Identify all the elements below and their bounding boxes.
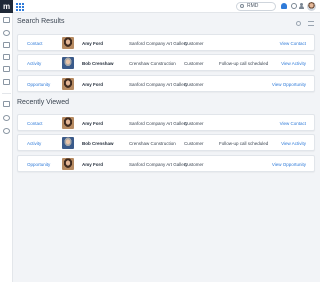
- result-card[interactable]: Activity Bob Crenshaw Crenshaw Constructio…: [17, 54, 315, 71]
- calendar-icon[interactable]: [3, 101, 10, 107]
- search-value: RMD: [247, 3, 259, 9]
- company-name: Sanford Company Art Gallery: [129, 121, 188, 126]
- sidebar: [0, 13, 13, 282]
- result-card[interactable]: Opportunity Amy Ford Sanford Company Art G…: [17, 155, 315, 172]
- opportunities-icon[interactable]: [3, 54, 10, 60]
- record-type-link[interactable]: Contact: [27, 41, 43, 46]
- record-type-link[interactable]: Activity: [27, 141, 41, 146]
- relationship-type: Customer: [184, 61, 204, 66]
- person-photo: [62, 158, 74, 170]
- result-card[interactable]: Contact Amy Ford Sanford Company Art Galle…: [17, 114, 315, 131]
- person-name: Amy Ford: [82, 121, 104, 126]
- sidebar-divider: [2, 93, 11, 94]
- company-name: Sanford Company Art Gallery: [129, 162, 188, 167]
- app-logo[interactable]: m: [0, 0, 13, 13]
- user-icon[interactable]: [299, 3, 305, 9]
- search-results-title: Search Results: [17, 18, 65, 25]
- result-card[interactable]: Contact Amy Ford Sanford Company Art Galle…: [17, 34, 315, 51]
- recently-viewed-title: Recently Viewed: [17, 99, 70, 106]
- view-record-link[interactable]: View Contact: [280, 41, 306, 46]
- share-icon[interactable]: [296, 21, 301, 26]
- result-card[interactable]: Opportunity Amy Ford Sanford Company Art G…: [17, 75, 315, 92]
- contacts-icon[interactable]: [3, 30, 10, 36]
- view-record-link[interactable]: View Opportunity: [272, 82, 306, 87]
- companies-icon[interactable]: [3, 42, 10, 48]
- person-photo: [62, 117, 74, 129]
- reports-icon[interactable]: [3, 79, 10, 85]
- help-icon[interactable]: [291, 3, 297, 9]
- top-bar: m RMD: [0, 0, 320, 13]
- activity-note: Follow-up call scheduled: [219, 61, 269, 66]
- record-type-link[interactable]: Opportunity: [27, 162, 50, 167]
- record-type-link[interactable]: Activity: [27, 61, 41, 66]
- person-name: Amy Ford: [82, 41, 104, 46]
- company-name: Sanford Company Art Gallery: [129, 41, 188, 46]
- search-input[interactable]: RMD: [236, 2, 276, 11]
- company-name: Crenshaw Construction: [129, 141, 176, 146]
- person-photo: [62, 78, 74, 90]
- person-photo: [62, 137, 74, 149]
- relationship-type: Customer: [184, 121, 204, 126]
- person-name: Bob Crenshaw: [82, 141, 114, 146]
- activity-note: Follow-up call scheduled: [219, 141, 269, 146]
- company-name: Crenshaw Construction: [129, 61, 176, 66]
- view-record-link[interactable]: View Contact: [280, 121, 306, 126]
- apps-grid-icon[interactable]: [16, 3, 24, 11]
- view-record-link[interactable]: View Activity: [281, 61, 306, 66]
- view-record-link[interactable]: View Opportunity: [272, 162, 306, 167]
- tools-icon[interactable]: [3, 128, 10, 134]
- settings-icon[interactable]: [3, 115, 10, 121]
- company-name: Sanford Company Art Gallery: [129, 82, 188, 87]
- relationship-type: Customer: [184, 162, 204, 167]
- filter-icon[interactable]: [308, 21, 314, 26]
- activities-icon[interactable]: [3, 66, 10, 72]
- search-icon: [240, 4, 244, 8]
- result-card[interactable]: Activity Bob Crenshaw Crenshaw Constructio…: [17, 134, 315, 151]
- dashboard-icon[interactable]: [3, 17, 10, 23]
- bell-icon[interactable]: [281, 3, 287, 9]
- person-photo: [62, 57, 74, 69]
- relationship-type: Customer: [184, 41, 204, 46]
- relationship-type: Customer: [184, 141, 204, 146]
- person-photo: [62, 37, 74, 49]
- record-type-link[interactable]: Contact: [27, 121, 43, 126]
- relationship-type: Customer: [184, 82, 204, 87]
- person-name: Bob Crenshaw: [82, 61, 114, 66]
- record-type-link[interactable]: Opportunity: [27, 82, 50, 87]
- person-name: Amy Ford: [82, 162, 104, 167]
- avatar[interactable]: [307, 2, 316, 11]
- view-record-link[interactable]: View Activity: [281, 141, 306, 146]
- person-name: Amy Ford: [82, 82, 104, 87]
